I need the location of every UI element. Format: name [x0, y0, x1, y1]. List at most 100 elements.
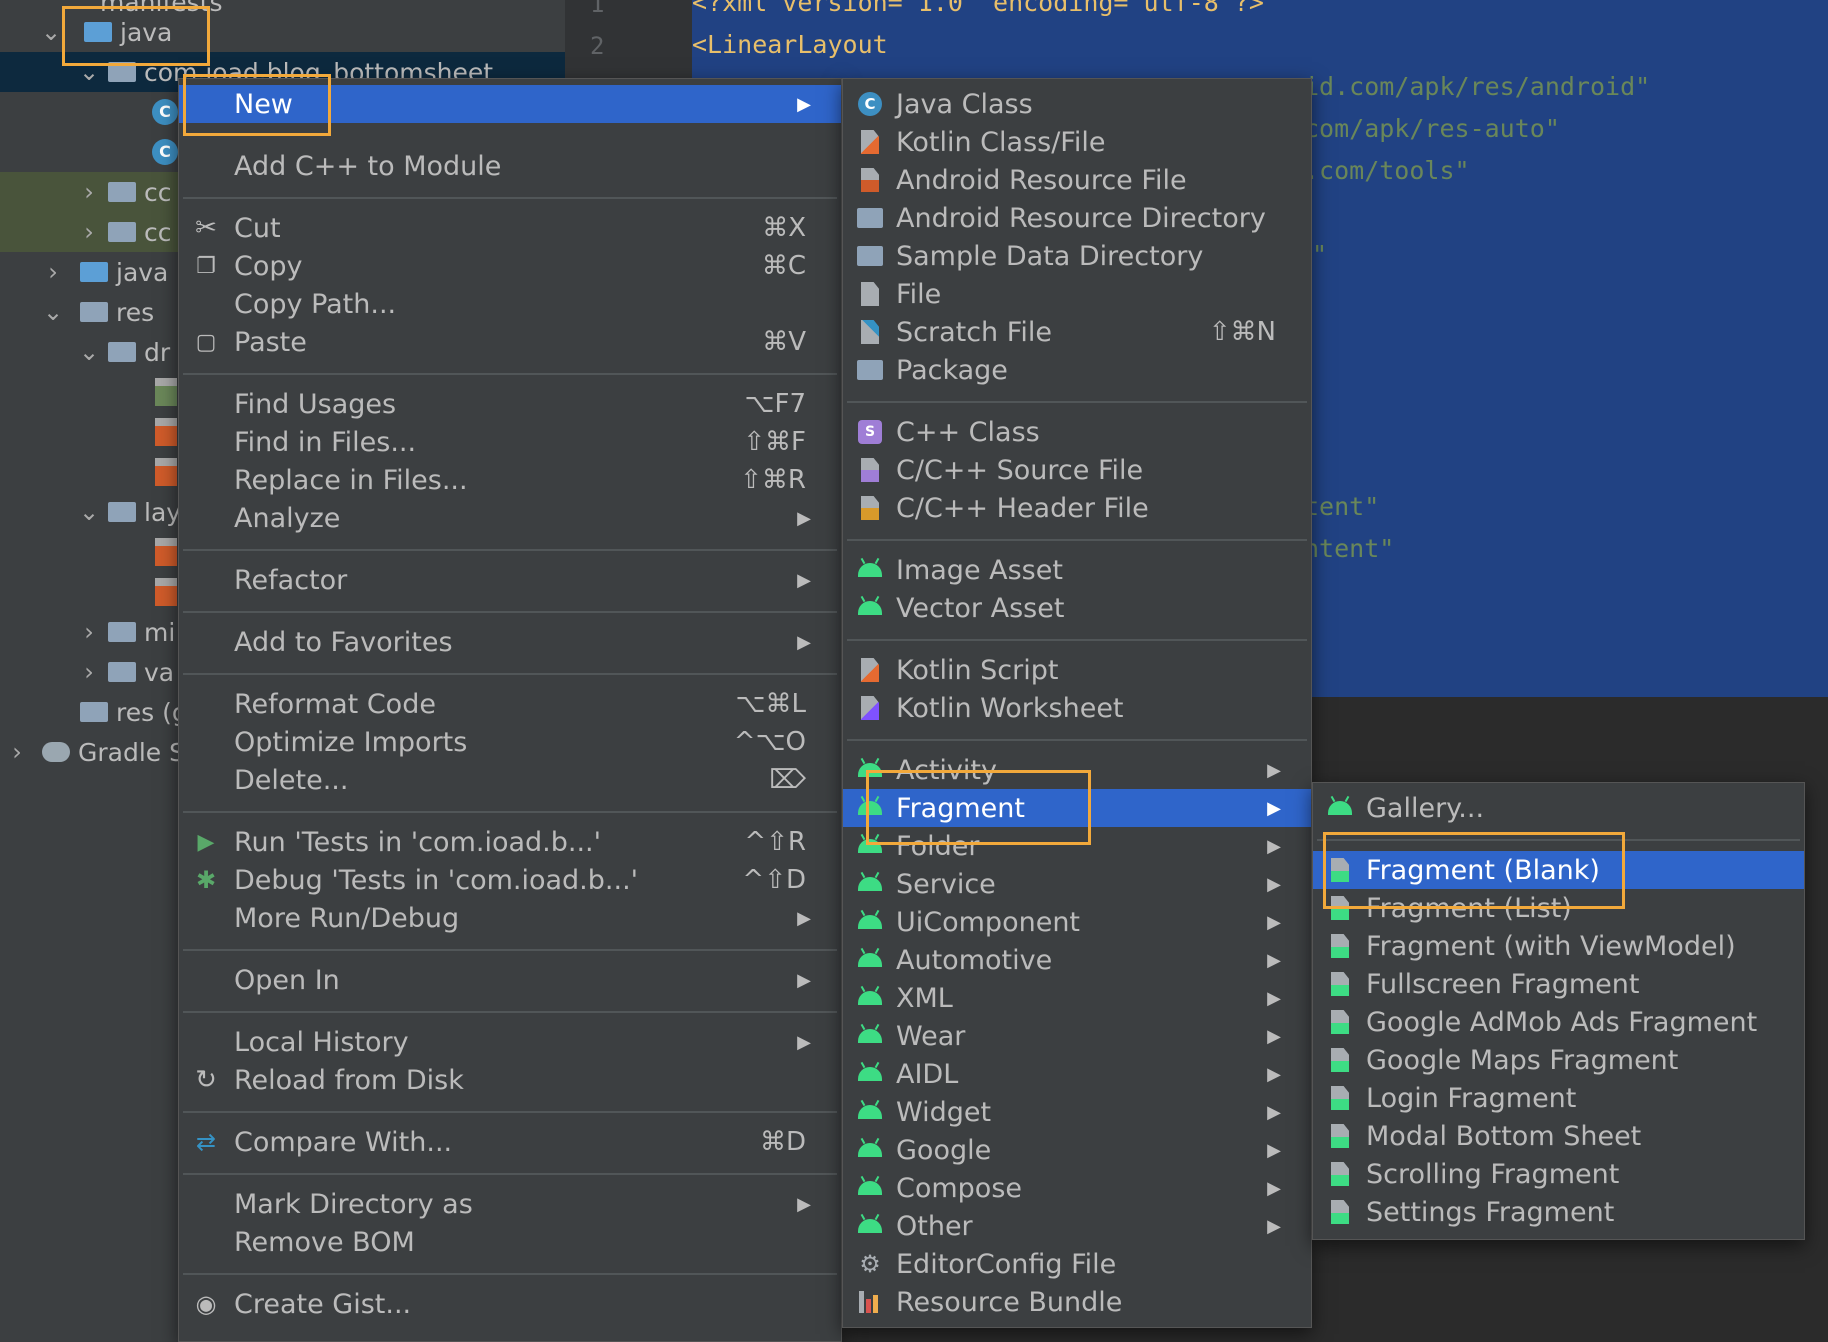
menu-item-label: Android Resource Directory — [896, 202, 1266, 234]
menu-item-service[interactable]: Service ▶ — [843, 865, 1311, 903]
menu-item-debug-tests[interactable]: ✱ Debug 'Tests in 'com.ioad.b...' ^⇧D — [179, 861, 841, 899]
menu-item-create-gist[interactable]: ◉ Create Gist... — [179, 1285, 841, 1323]
menu-item-kotlin-worksheet[interactable]: Kotlin Worksheet — [843, 689, 1311, 727]
menu-item-label: Replace in Files... — [234, 464, 468, 496]
menu-item-wear[interactable]: Wear ▶ — [843, 1017, 1311, 1055]
menu-item-label: Fullscreen Fragment — [1366, 968, 1640, 1000]
class-icon: C — [152, 139, 178, 165]
menu-item-replace-in-files[interactable]: Replace in Files... ⇧⌘R — [179, 461, 841, 499]
chevron-right-icon[interactable]: › — [78, 218, 100, 246]
menu-item-image-asset[interactable]: Image Asset — [843, 551, 1311, 589]
menu-item-android-resource-file[interactable]: Android Resource File — [843, 161, 1311, 199]
menu-item-fragment-viewmodel[interactable]: Fragment (with ViewModel) — [1313, 927, 1804, 965]
chevron-right-icon[interactable]: › — [78, 618, 100, 646]
menu-item-add-favorites[interactable]: Add to Favorites ▶ — [179, 623, 841, 661]
menu-item-kotlin-class[interactable]: Kotlin Class/File — [843, 123, 1311, 161]
fragment-template-icon — [1327, 1047, 1353, 1073]
menu-item-cut[interactable]: ✂ Cut ⌘X — [179, 209, 841, 247]
menu-item-label: Compose — [896, 1172, 1023, 1204]
gradle-icon — [42, 742, 70, 762]
menu-item-modal-bottom-sheet[interactable]: Modal Bottom Sheet — [1313, 1117, 1804, 1155]
separator — [183, 1111, 837, 1113]
menu-item-label: Image Asset — [896, 554, 1063, 586]
menu-item-vector-asset[interactable]: Vector Asset — [843, 589, 1311, 627]
menu-item-maps-fragment[interactable]: Google Maps Fragment — [1313, 1041, 1804, 1079]
menu-item-label: Vector Asset — [896, 592, 1065, 624]
menu-item-label: Refactor — [234, 564, 348, 596]
chevron-down-icon[interactable]: ⌄ — [78, 498, 100, 526]
menu-item-label: File — [896, 278, 942, 310]
menu-item-delete[interactable]: Delete... ⌦ — [179, 761, 841, 799]
menu-item-local-history[interactable]: Local History ▶ — [179, 1023, 841, 1061]
menu-item-scratch-file[interactable]: Scratch File ⇧⌘N — [843, 313, 1311, 351]
menu-item-widget[interactable]: Widget ▶ — [843, 1093, 1311, 1131]
menu-item-label: Delete... — [234, 764, 349, 796]
menu-item-reload[interactable]: ↻ Reload from Disk — [179, 1061, 841, 1099]
menu-item-label: Service — [896, 868, 996, 900]
menu-item-fullscreen-fragment[interactable]: Fullscreen Fragment — [1313, 965, 1804, 1003]
generated-folder-icon — [80, 262, 108, 282]
menu-item-other[interactable]: Other ▶ — [843, 1207, 1311, 1245]
menu-item-open-in[interactable]: Open In ▶ — [179, 961, 841, 999]
submenu-arrow-icon: ▶ — [797, 631, 811, 653]
separator — [183, 373, 837, 375]
chevron-down-icon[interactable]: ⌄ — [40, 18, 62, 46]
chevron-right-icon[interactable]: › — [78, 658, 100, 686]
menu-item-copy[interactable]: ❐ Copy ⌘C — [179, 247, 841, 285]
menu-item-resource-bundle[interactable]: Resource Bundle — [843, 1283, 1311, 1321]
context-menu: New ▶ Add C++ to Module ✂ Cut ⌘X ❐ Copy … — [178, 78, 842, 1342]
menu-item-google[interactable]: Google ▶ — [843, 1131, 1311, 1169]
menu-item-run-tests[interactable]: ▶ Run 'Tests in 'com.ioad.b...' ^⇧R — [179, 823, 841, 861]
menu-item-xml[interactable]: XML ▶ — [843, 979, 1311, 1017]
menu-item-android-resource-directory[interactable]: Android Resource Directory — [843, 199, 1311, 237]
menu-item-gallery[interactable]: Gallery... — [1313, 789, 1804, 827]
menu-item-editorconfig[interactable]: ⚙ EditorConfig File — [843, 1245, 1311, 1283]
menu-item-add-cpp[interactable]: Add C++ to Module — [179, 147, 841, 185]
menu-item-remove-bom[interactable]: Remove BOM — [179, 1223, 841, 1261]
menu-item-reformat[interactable]: Reformat Code ⌥⌘L — [179, 685, 841, 723]
chevron-right-icon[interactable]: › — [6, 738, 28, 766]
chevron-down-icon[interactable]: ⌄ — [42, 298, 64, 326]
menu-item-paste[interactable]: ▢ Paste ⌘V — [179, 323, 841, 361]
code-fragment: " — [1312, 240, 1328, 269]
menu-item-kotlin-script[interactable]: Kotlin Script — [843, 651, 1311, 689]
menu-item-automotive[interactable]: Automotive ▶ — [843, 941, 1311, 979]
chevron-right-icon[interactable]: › — [42, 258, 64, 286]
menu-item-analyze[interactable]: Analyze ▶ — [179, 499, 841, 537]
menu-item-cpp-source[interactable]: C/C++ Source File — [843, 451, 1311, 489]
android-icon — [857, 1023, 883, 1049]
menu-item-label: UiComponent — [896, 906, 1081, 938]
menu-item-label: Cut — [234, 212, 281, 244]
menu-item-label: Create Gist... — [234, 1288, 412, 1320]
kotlin-script-icon — [857, 657, 883, 683]
xml-file-icon — [155, 578, 177, 606]
menu-item-login-fragment[interactable]: Login Fragment — [1313, 1079, 1804, 1117]
shortcut: ⇧⌘R — [740, 465, 806, 495]
menu-item-admob-fragment[interactable]: Google AdMob Ads Fragment — [1313, 1003, 1804, 1041]
menu-item-mark-directory[interactable]: Mark Directory as ▶ — [179, 1185, 841, 1223]
menu-item-java-class[interactable]: C Java Class — [843, 85, 1311, 123]
menu-item-sample-data-directory[interactable]: Sample Data Directory — [843, 237, 1311, 275]
menu-item-aidl[interactable]: AIDL ▶ — [843, 1055, 1311, 1093]
chevron-right-icon[interactable]: › — [78, 178, 100, 206]
menu-item-file[interactable]: File — [843, 275, 1311, 313]
menu-item-compare[interactable]: ⇄ Compare With... ⌘D — [179, 1123, 841, 1161]
menu-item-cpp-class[interactable]: S C++ Class — [843, 413, 1311, 451]
cpp-class-icon: S — [857, 419, 883, 445]
menu-item-uicomponent[interactable]: UiComponent ▶ — [843, 903, 1311, 941]
menu-item-more-run[interactable]: More Run/Debug ▶ — [179, 899, 841, 937]
menu-item-settings-fragment[interactable]: Settings Fragment — [1313, 1193, 1804, 1231]
menu-item-label: Reformat Code — [234, 688, 436, 720]
menu-item-compose[interactable]: Compose ▶ — [843, 1169, 1311, 1207]
chevron-down-icon[interactable]: ⌄ — [78, 338, 100, 366]
menu-item-label: Open In — [234, 964, 340, 996]
menu-item-refactor[interactable]: Refactor ▶ — [179, 561, 841, 599]
menu-item-find-in-files[interactable]: Find in Files... ⇧⌘F — [179, 423, 841, 461]
separator — [847, 401, 1307, 403]
menu-item-optimize-imports[interactable]: Optimize Imports ^⌥O — [179, 723, 841, 761]
menu-item-cpp-header[interactable]: C/C++ Header File — [843, 489, 1311, 527]
menu-item-scrolling-fragment[interactable]: Scrolling Fragment — [1313, 1155, 1804, 1193]
menu-item-package[interactable]: Package — [843, 351, 1311, 389]
menu-item-copy-path[interactable]: Copy Path... — [179, 285, 841, 323]
menu-item-find-usages[interactable]: Find Usages ⌥F7 — [179, 385, 841, 423]
